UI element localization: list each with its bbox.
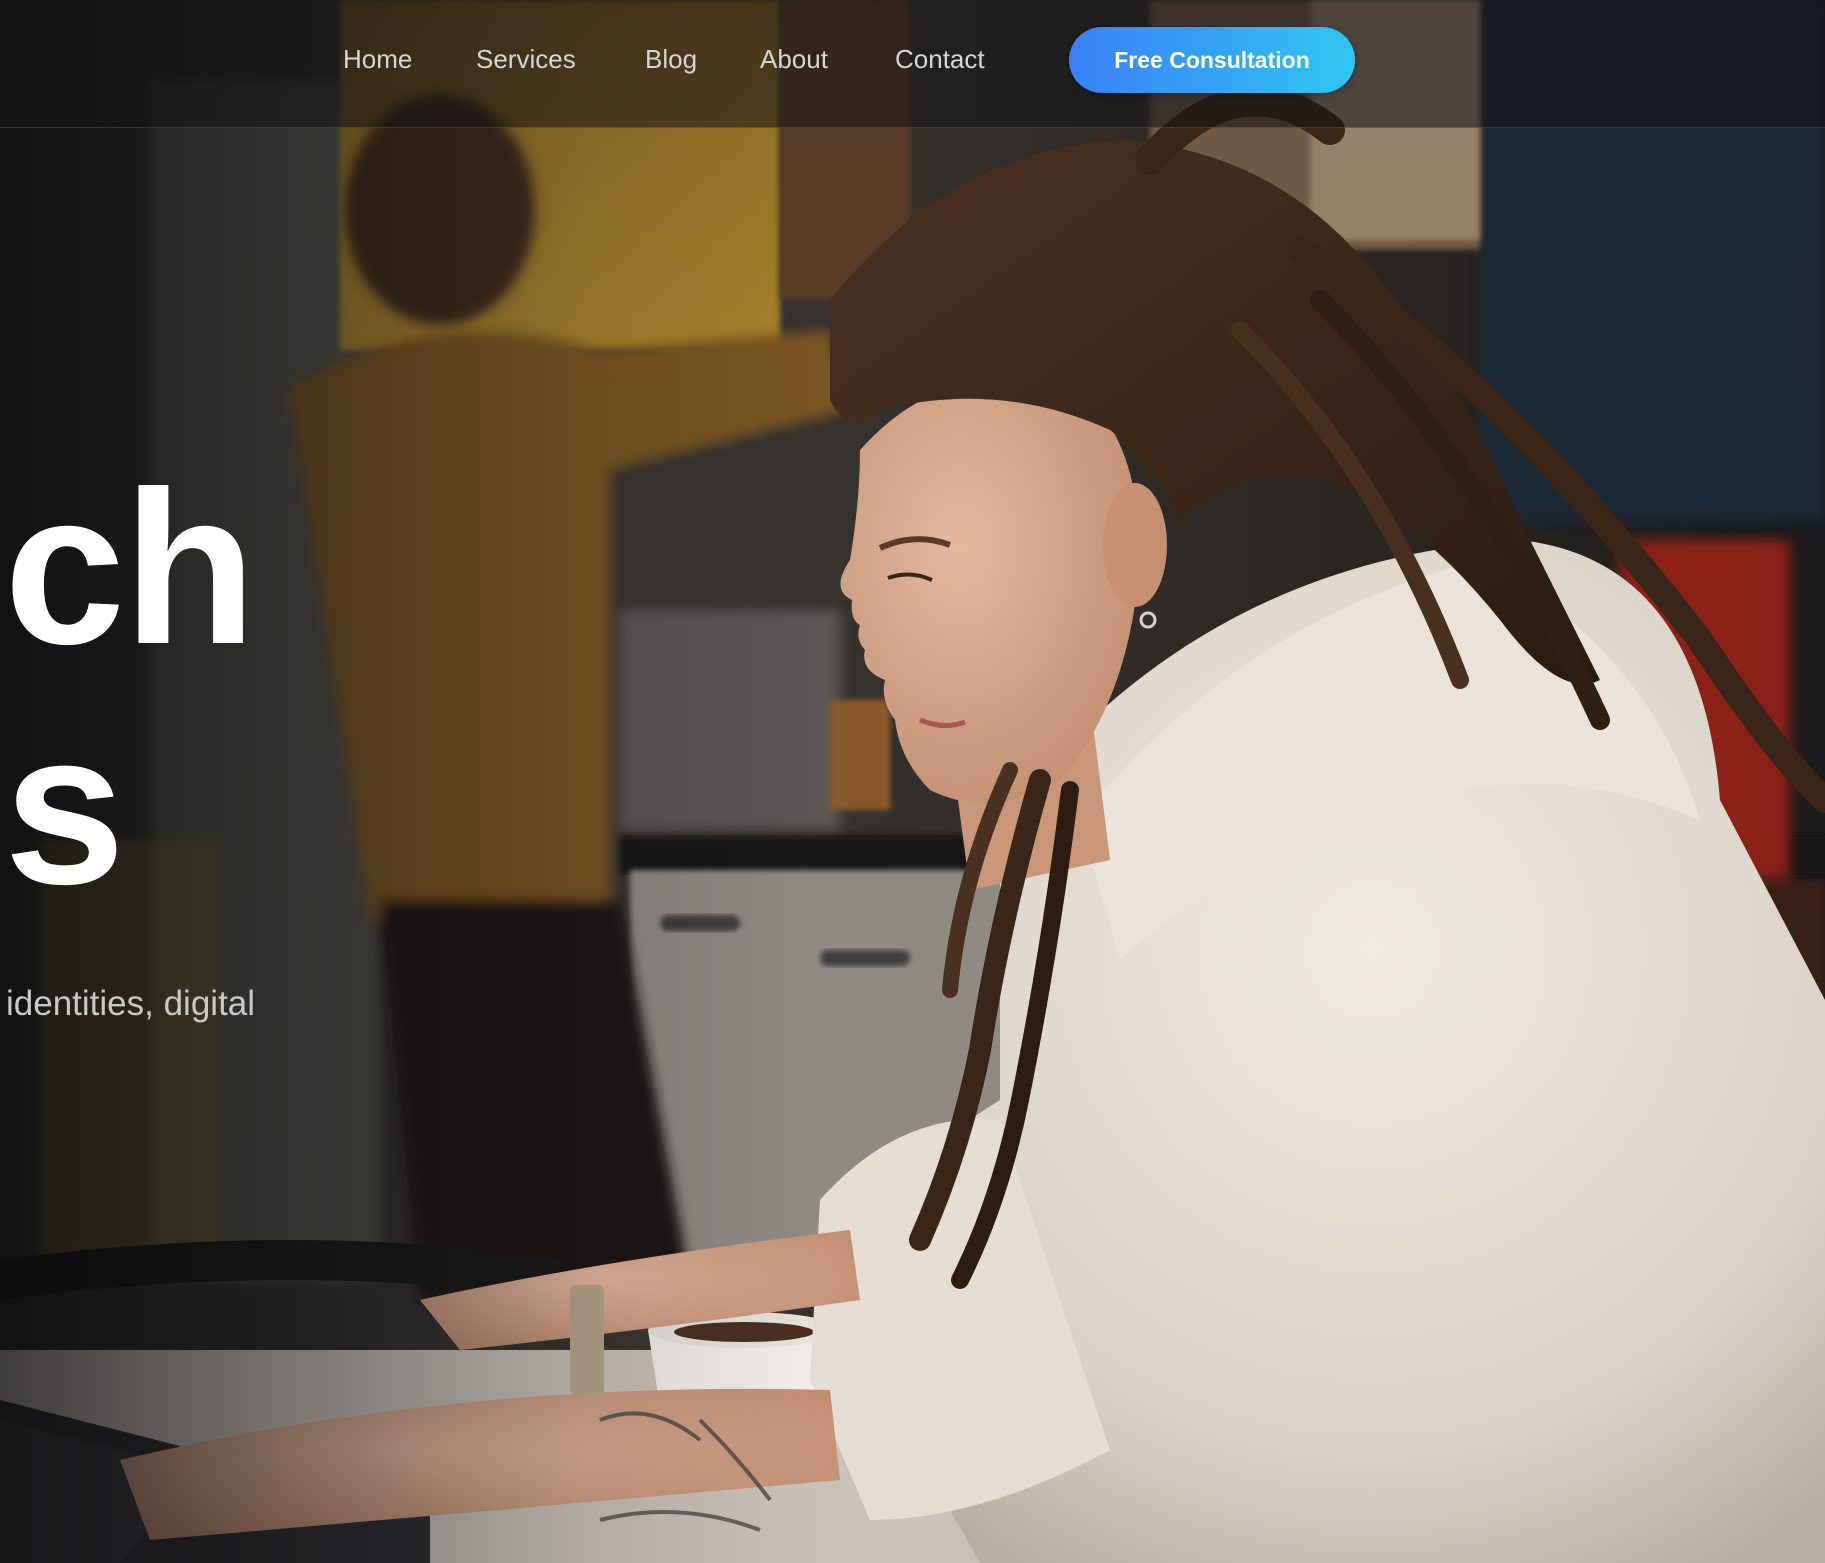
hero-background-photo <box>0 0 1825 1563</box>
nav-blog-link[interactable]: Blog <box>645 44 697 75</box>
free-consultation-button[interactable]: Free Consultation <box>1069 27 1355 93</box>
hero-headline-line-1: ch <box>4 447 256 690</box>
nav-services-link[interactable]: Services <box>476 44 576 75</box>
nav-home-link[interactable]: Home <box>343 44 412 75</box>
hero-headline-line-2: s <box>4 687 125 930</box>
top-navbar: Home Services Blog About Contact Free Co… <box>0 0 1825 128</box>
hero-section <box>0 0 1825 1563</box>
nav-contact-link[interactable]: Contact <box>895 44 985 75</box>
nav-about-link[interactable]: About <box>760 44 828 75</box>
hero-subtext: identities, digital <box>6 984 256 1023</box>
